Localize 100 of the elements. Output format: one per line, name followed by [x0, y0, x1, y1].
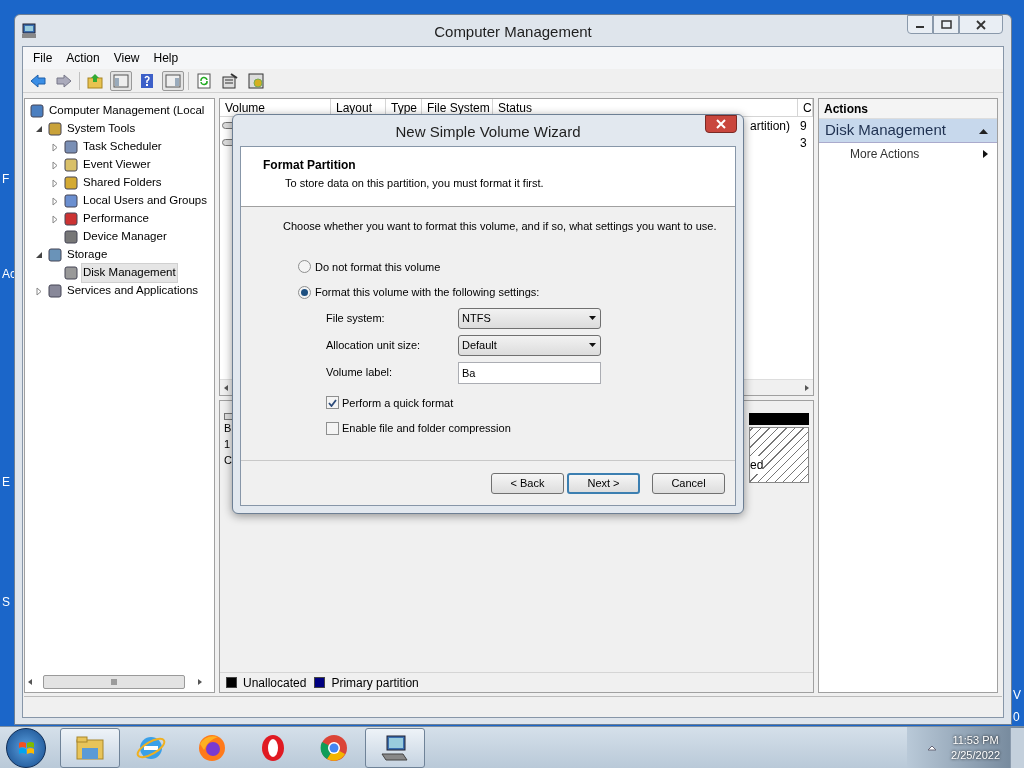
dialog-title: New Simple Volume Wizard — [394, 122, 582, 142]
tree-item[interactable]: Event Viewer — [81, 155, 153, 175]
tree-node-icon — [63, 157, 79, 173]
tree-node-icon — [63, 265, 79, 281]
tree-item[interactable]: Services and Applications — [65, 281, 201, 301]
tree-node-icon — [63, 139, 79, 155]
tree-node-icon — [47, 121, 63, 137]
taskbar-button[interactable] — [60, 727, 120, 768]
scroll-right-icon[interactable] — [197, 677, 203, 686]
checkbox[interactable] — [326, 421, 339, 435]
field-label: File system: — [326, 310, 386, 326]
input-field[interactable]: Ba — [458, 361, 601, 384]
collapse-arrow-icon[interactable] — [978, 126, 989, 135]
tree-node-icon — [47, 283, 63, 299]
instruction-text: Choose whether you want to format this volume, and if so, what settings you want to use. — [283, 219, 718, 234]
tree-node-icon — [63, 211, 79, 227]
computer-icon — [21, 22, 37, 39]
scroll-right-icon[interactable] — [804, 383, 810, 392]
folder-up-icon — [87, 72, 103, 89]
legend-label: Primary partition — [331, 674, 419, 692]
disk-info-text: B — [224, 421, 233, 436]
properties-icon — [222, 72, 238, 89]
checkbox-label[interactable]: Perform a quick format — [342, 394, 454, 411]
close-button[interactable] — [705, 115, 737, 133]
checkbox-label[interactable]: Enable file and folder compression — [342, 420, 511, 437]
tree-item[interactable]: System Tools — [65, 119, 138, 139]
action-link[interactable]: More Actions — [819, 143, 997, 165]
start-button[interactable] — [6, 727, 46, 768]
dropdown-arrow-icon — [588, 315, 597, 321]
tree-node-icon — [29, 103, 45, 119]
partition-label: ed — [750, 456, 764, 474]
tree-item[interactable]: Performance — [81, 209, 151, 229]
field-label: Volume label: — [326, 365, 394, 381]
field-label: Allocation unit size: — [326, 337, 422, 353]
tree-item[interactable]: Device Manager — [81, 227, 169, 247]
close-button[interactable] — [959, 15, 1003, 34]
partition-header-bar — [749, 413, 809, 425]
close-icon — [976, 19, 986, 30]
table-cell: 9 — [800, 118, 807, 133]
dropdown[interactable]: NTFS — [458, 307, 601, 329]
scrollbar-thumb[interactable] — [43, 674, 185, 689]
wizard-heading: Format Partition — [263, 157, 357, 174]
actions-heading: Actions — [819, 99, 997, 119]
dialog-button[interactable]: Next > — [567, 472, 640, 494]
settings-icon — [248, 72, 264, 89]
help-icon — [139, 72, 155, 89]
window-title: Computer Management — [433, 22, 593, 42]
disk-info-text: 1 — [224, 437, 232, 452]
disk-info-text: C — [224, 453, 233, 468]
radio-button[interactable] — [298, 285, 311, 299]
checkmark-icon — [328, 398, 337, 407]
radio-label[interactable]: Do not format this volume — [315, 258, 441, 275]
dialog-button[interactable]: Cancel — [652, 472, 725, 494]
radio-button[interactable] — [298, 260, 311, 274]
dropdown[interactable]: Default — [458, 334, 601, 356]
desktop-icon-label: V — [1013, 687, 1021, 704]
tree-item[interactable]: Task Scheduler — [81, 137, 164, 157]
maximize-icon — [940, 20, 952, 29]
forward-arrow-icon — [56, 72, 72, 89]
tree-node-icon — [63, 175, 79, 191]
radio-label[interactable]: Format this volume with the following settings: — [315, 284, 540, 301]
menu-item[interactable]: Help — [147, 49, 185, 67]
actions-section-header[interactable]: Disk Management — [819, 119, 997, 143]
grip-icon — [111, 677, 117, 686]
wizard-subheading: To store data on this partition, you must format it first. — [284, 176, 545, 191]
dialog-button[interactable]: < Back — [491, 472, 564, 494]
legend-label: Unallocated — [243, 674, 307, 692]
tree-item[interactable]: Shared Folders — [81, 173, 164, 193]
show-hidden-icons-icon[interactable] — [927, 743, 938, 752]
tree-item[interactable]: Computer Management (Local — [47, 101, 207, 121]
desktop-icon-label: S — [2, 594, 10, 611]
menu-item[interactable]: File — [27, 49, 59, 67]
minimize-button[interactable] — [907, 15, 933, 34]
refresh-icon — [196, 72, 212, 89]
close-icon — [716, 119, 726, 129]
taskbar-button[interactable] — [365, 727, 425, 768]
toolbar-button[interactable] — [245, 70, 267, 91]
tree-node-icon — [63, 229, 79, 245]
maximize-button[interactable] — [933, 15, 959, 34]
desktop-icon-label: E — [2, 474, 10, 491]
tree-item[interactable]: Local Users and Groups — [81, 191, 209, 211]
submenu-arrow-icon — [982, 149, 989, 159]
tree-pane-icon — [113, 72, 129, 89]
table-cell: 3 — [800, 135, 807, 150]
actions-section-title: Disk Management — [825, 120, 946, 141]
tree-node-icon — [63, 193, 79, 209]
scroll-left-icon[interactable] — [27, 677, 33, 686]
scroll-left-icon[interactable] — [223, 383, 229, 392]
desktop-icon-label: 0 — [1013, 709, 1020, 726]
column-header[interactable]: C — [798, 99, 813, 116]
desktop-icon-label: F — [2, 171, 10, 188]
tree-item[interactable]: Disk Management — [81, 263, 178, 283]
checkbox[interactable] — [326, 396, 339, 410]
table-cell-text: artition) — [750, 117, 790, 135]
back-arrow-icon — [30, 72, 46, 89]
menu-item[interactable]: View — [107, 49, 146, 67]
dropdown-arrow-icon — [588, 342, 597, 348]
tree-item[interactable]: Storage — [65, 245, 110, 265]
action-pane-icon — [165, 72, 181, 89]
menu-item[interactable]: Action — [60, 49, 106, 67]
